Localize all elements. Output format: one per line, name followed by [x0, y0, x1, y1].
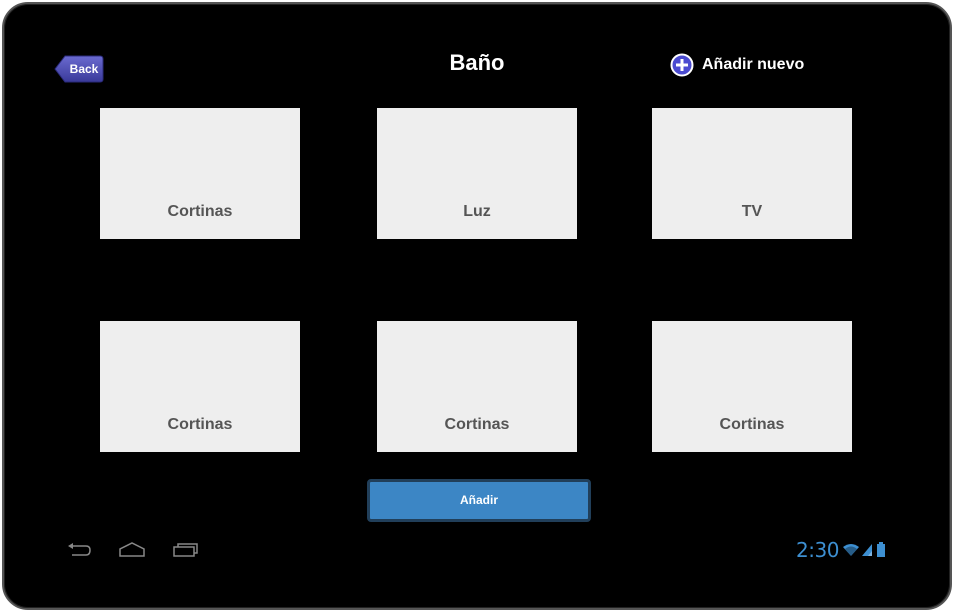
tile-label: Cortinas [719, 416, 785, 433]
device-tile[interactable]: TV [652, 108, 852, 239]
tile-label: Cortinas [167, 416, 233, 433]
status-bar: 2:30 [796, 538, 886, 562]
device-tile[interactable]: Cortinas [100, 108, 300, 239]
device-tile[interactable]: Luz [377, 108, 577, 239]
page-title: Baño [449, 50, 505, 75]
clock: 2:30 [796, 538, 839, 562]
tile-label: TV [741, 203, 763, 220]
back-icon[interactable] [64, 542, 92, 558]
add-new-label: Añadir nuevo [702, 56, 805, 73]
add-button[interactable]: Añadir [367, 479, 591, 522]
add-circle-icon [670, 53, 694, 77]
device-tile[interactable]: Cortinas [100, 321, 300, 452]
tile-label: Luz [463, 203, 491, 220]
add-new-button[interactable]: Añadir nuevo [670, 53, 804, 77]
tablet-screen: Back Baño Añadir nuevo Cortinas Luz TV C… [2, 2, 952, 610]
signal-icon [861, 544, 872, 556]
battery-icon [876, 542, 885, 557]
tile-label: Cortinas [444, 416, 510, 433]
wifi-icon [842, 544, 859, 556]
back-button[interactable]: Back [54, 55, 104, 83]
tile-label: Cortinas [167, 203, 233, 220]
recent-apps-icon[interactable] [172, 542, 200, 558]
device-tile[interactable]: Cortinas [377, 321, 577, 452]
back-button-label: Back [69, 62, 99, 76]
device-tile[interactable]: Cortinas [652, 321, 852, 452]
home-icon[interactable] [118, 542, 146, 558]
